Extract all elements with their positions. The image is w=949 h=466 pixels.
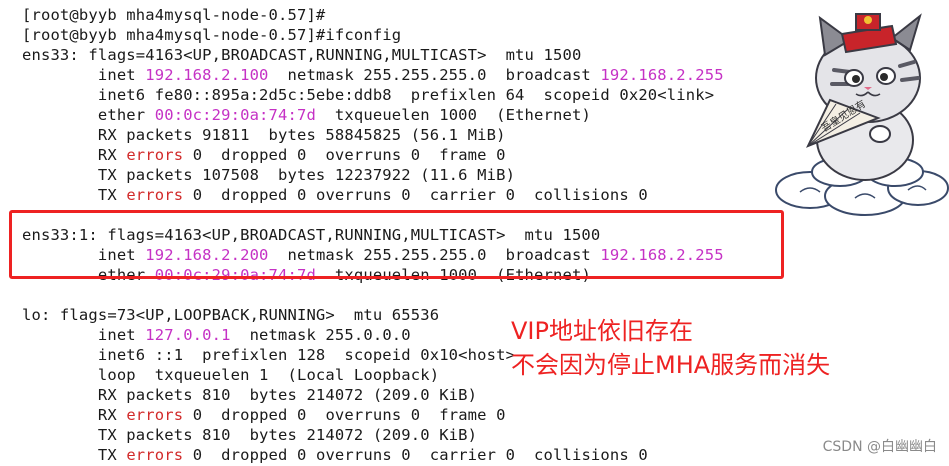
terminal-text: 0 dropped 0 overruns 0 frame 0 xyxy=(183,406,506,424)
terminal-line: [root@byyb mha4mysql-node-0.57]#ifconfig xyxy=(22,25,401,45)
lucky-cat-sticker-icon: 吾皇见恩有 xyxy=(775,13,949,216)
terminal-text: TX packets 107508 bytes 12237922 (11.6 M… xyxy=(22,166,516,184)
terminal-line: inet6 ::1 prefixlen 128 scopeid 0x10<hos… xyxy=(22,345,515,365)
terminal-text: netmask 255.255.255.0 broadcast xyxy=(268,66,601,84)
terminal-line: inet 127.0.0.1 netmask 255.0.0.0 xyxy=(22,325,411,345)
highlighted-value: 192.168.2.255 xyxy=(600,66,724,84)
terminal-text: inet xyxy=(22,66,146,84)
terminal-text: RX packets 810 bytes 214072 (209.0 KiB) xyxy=(22,386,478,404)
terminal-line: RX packets 810 bytes 214072 (209.0 KiB) xyxy=(22,385,477,405)
highlighted-value: 127.0.0.1 xyxy=(145,326,231,344)
highlighted-value: 00:0c:29:0a:74:7d xyxy=(154,106,316,124)
terminal-text: 0 dropped 0 overruns 0 carrier 0 collisi… xyxy=(183,446,648,464)
terminal-text: TX packets 810 bytes 214072 (209.0 KiB) xyxy=(22,426,478,444)
terminal-line: inet 192.168.2.100 netmask 255.255.255.0… xyxy=(22,65,724,85)
terminal-text: TX xyxy=(22,446,127,464)
highlighted-value: 192.168.2.100 xyxy=(145,66,269,84)
terminal-text: [root@byyb mha4mysql-node-0.57]#ifconfig xyxy=(22,26,402,44)
errors-label: errors xyxy=(126,446,184,464)
terminal-text: 0 dropped 0 overruns 0 carrier 0 collisi… xyxy=(183,186,648,204)
terminal-line: inet6 fe80::895a:2d5c:5ebe:ddb8 prefixle… xyxy=(22,85,714,105)
terminal-line: RX packets 91811 bytes 58845825 (56.1 Mi… xyxy=(22,125,506,145)
terminal-text: RX packets 91811 bytes 58845825 (56.1 Mi… xyxy=(22,126,506,144)
terminal-line: lo: flags=73<UP,LOOPBACK,RUNNING> mtu 65… xyxy=(22,305,439,325)
terminal-text: txqueuelen 1000 (Ethernet) xyxy=(315,106,591,124)
terminal-text: inet6 fe80::895a:2d5c:5ebe:ddb8 prefixle… xyxy=(22,86,715,104)
terminal-line: TX packets 107508 bytes 12237922 (11.6 M… xyxy=(22,165,515,185)
terminal-line: TX errors 0 dropped 0 overruns 0 carrier… xyxy=(22,185,648,205)
terminal-text: 0 dropped 0 overruns 0 frame 0 xyxy=(183,146,506,164)
terminal-line: ens33: flags=4163<UP,BROADCAST,RUNNING,M… xyxy=(22,45,581,65)
terminal-text: inet6 ::1 prefixlen 128 scopeid 0x10<hos… xyxy=(22,346,516,364)
terminal-text: RX xyxy=(22,406,127,424)
terminal-line: [root@byyb mha4mysql-node-0.57]# xyxy=(22,5,325,25)
errors-label: errors xyxy=(126,186,184,204)
terminal-text: ens33: flags=4163<UP,BROADCAST,RUNNING,M… xyxy=(22,46,582,64)
terminal-line: TX packets 810 bytes 214072 (209.0 KiB) xyxy=(22,425,477,445)
watermark: CSDN @白幽幽白 xyxy=(822,439,937,455)
terminal-line: TX errors 0 dropped 0 overruns 0 carrier… xyxy=(22,445,648,465)
terminal-text: lo: flags=73<UP,LOOPBACK,RUNNING> mtu 65… xyxy=(22,306,440,324)
terminal-line: RX errors 0 dropped 0 overruns 0 frame 0 xyxy=(22,145,506,165)
terminal-line: RX errors 0 dropped 0 overruns 0 frame 0 xyxy=(22,405,506,425)
errors-label: errors xyxy=(126,406,184,424)
terminal-line: ether 00:0c:29:0a:74:7d txqueuelen 1000 … xyxy=(22,105,591,125)
terminal-text: netmask 255.0.0.0 xyxy=(230,326,411,344)
terminal-text: [root@byyb mha4mysql-node-0.57]# xyxy=(22,6,326,24)
terminal-text: inet xyxy=(22,326,146,344)
annotation-line-2: 不会因为停止MHA服务而消失 xyxy=(511,351,831,379)
terminal-text: RX xyxy=(22,146,127,164)
terminal-window[interactable]: [root@byyb mha4mysql-node-0.57]# [root@by… xyxy=(0,0,949,466)
terminal-text: ether xyxy=(22,106,155,124)
annotation-line-1: VIP地址依旧存在 xyxy=(511,317,693,345)
highlight-box xyxy=(9,210,784,279)
terminal-text: TX xyxy=(22,186,127,204)
terminal-line: loop txqueuelen 1 (Local Loopback) xyxy=(22,365,439,385)
terminal-text: loop txqueuelen 1 (Local Loopback) xyxy=(22,366,440,384)
errors-label: errors xyxy=(126,146,184,164)
